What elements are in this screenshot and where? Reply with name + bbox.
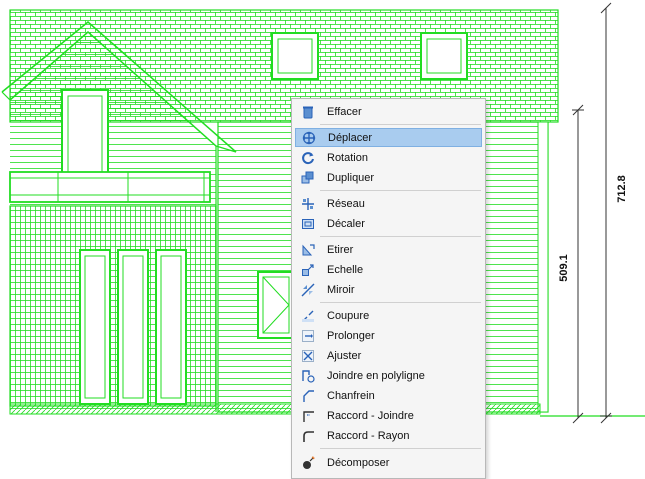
menu-item-prolonger[interactable]: Prolonger [295,326,482,345]
menu-item-label: Prolonger [327,329,375,342]
join-polyline-icon [301,369,315,383]
menu-item-label: Décomposer [327,456,390,469]
menu-item-label: Raccord - Rayon [327,429,410,442]
extend-icon [301,329,315,343]
menu-item-label: Déplacer [328,131,373,144]
menu-item-label: Dupliquer [327,171,375,184]
context-menu: Effacer Déplacer Rotation Dupliquer Rése… [291,98,486,479]
balcony-railing [9,171,211,203]
menu-item-label: Effacer [327,105,362,118]
menu-item-label: Miroir [327,283,355,296]
stretch-icon [301,243,315,257]
dormer-window-left [271,32,319,80]
menu-item-raccord-joindre[interactable]: Raccord - Joindre [295,406,482,425]
menu-item-echelle[interactable]: Echelle [295,260,482,279]
fillet-radius-icon [301,429,315,443]
menu-item-chanfrein[interactable]: Chanfrein [295,386,482,405]
menu-item-joindre-polyligne[interactable]: Joindre en polyligne [295,366,482,385]
break-icon [301,309,315,323]
scale-icon [301,263,315,277]
menu-item-label: Réseau [327,197,365,210]
menu-item-decaler[interactable]: Décaler [295,214,482,233]
menu-item-decomposer[interactable]: Décomposer [295,453,482,472]
menu-separator [320,448,481,449]
move-icon [302,131,316,145]
menu-item-raccord-rayon[interactable]: Raccord - Rayon [295,426,482,445]
menu-item-rotation[interactable]: Rotation [295,148,482,167]
wall-corner-trim [537,121,549,413]
menu-item-label: Raccord - Joindre [327,409,414,422]
dimension-label-wall: 509.1 [557,254,570,282]
dimension-label-total: 712.8 [615,175,628,203]
menu-item-label: Décaler [327,217,365,230]
explode-icon [301,456,315,470]
menu-item-label: Chanfrein [327,389,375,402]
menu-item-effacer[interactable]: Effacer [295,102,482,121]
menu-item-deplacer[interactable]: Déplacer [295,128,482,147]
fillet-join-icon [301,409,315,423]
dimension-line-wall[interactable] [572,104,584,424]
menu-item-label: Rotation [327,151,368,164]
menu-item-miroir[interactable]: Miroir [295,280,482,299]
menu-item-ajuster[interactable]: Ajuster [295,346,482,365]
menu-separator [320,236,481,237]
menu-item-label: Joindre en polyligne [327,369,425,382]
dormer-window-right [420,32,468,80]
menu-item-dupliquer[interactable]: Dupliquer [295,168,482,187]
array-icon [301,197,315,211]
trash-icon [301,105,315,119]
duplicate-icon [301,171,315,185]
menu-item-reseau[interactable]: Réseau [295,194,482,213]
menu-separator [320,190,481,191]
trim-icon [301,349,315,363]
chamfer-icon [301,389,315,403]
offset-icon [301,217,315,231]
menu-item-label: Etirer [327,243,354,256]
menu-item-label: Echelle [327,263,364,276]
menu-item-label: Coupure [327,309,370,322]
mirror-icon [301,283,315,297]
dimension-line-total[interactable] [600,2,612,424]
rotate-icon [301,151,315,165]
menu-item-label: Ajuster [327,349,362,362]
menu-separator [320,124,481,125]
menu-item-coupure[interactable]: Coupure [295,306,482,325]
menu-item-etirer[interactable]: Etirer [295,240,482,259]
menu-separator [320,302,481,303]
